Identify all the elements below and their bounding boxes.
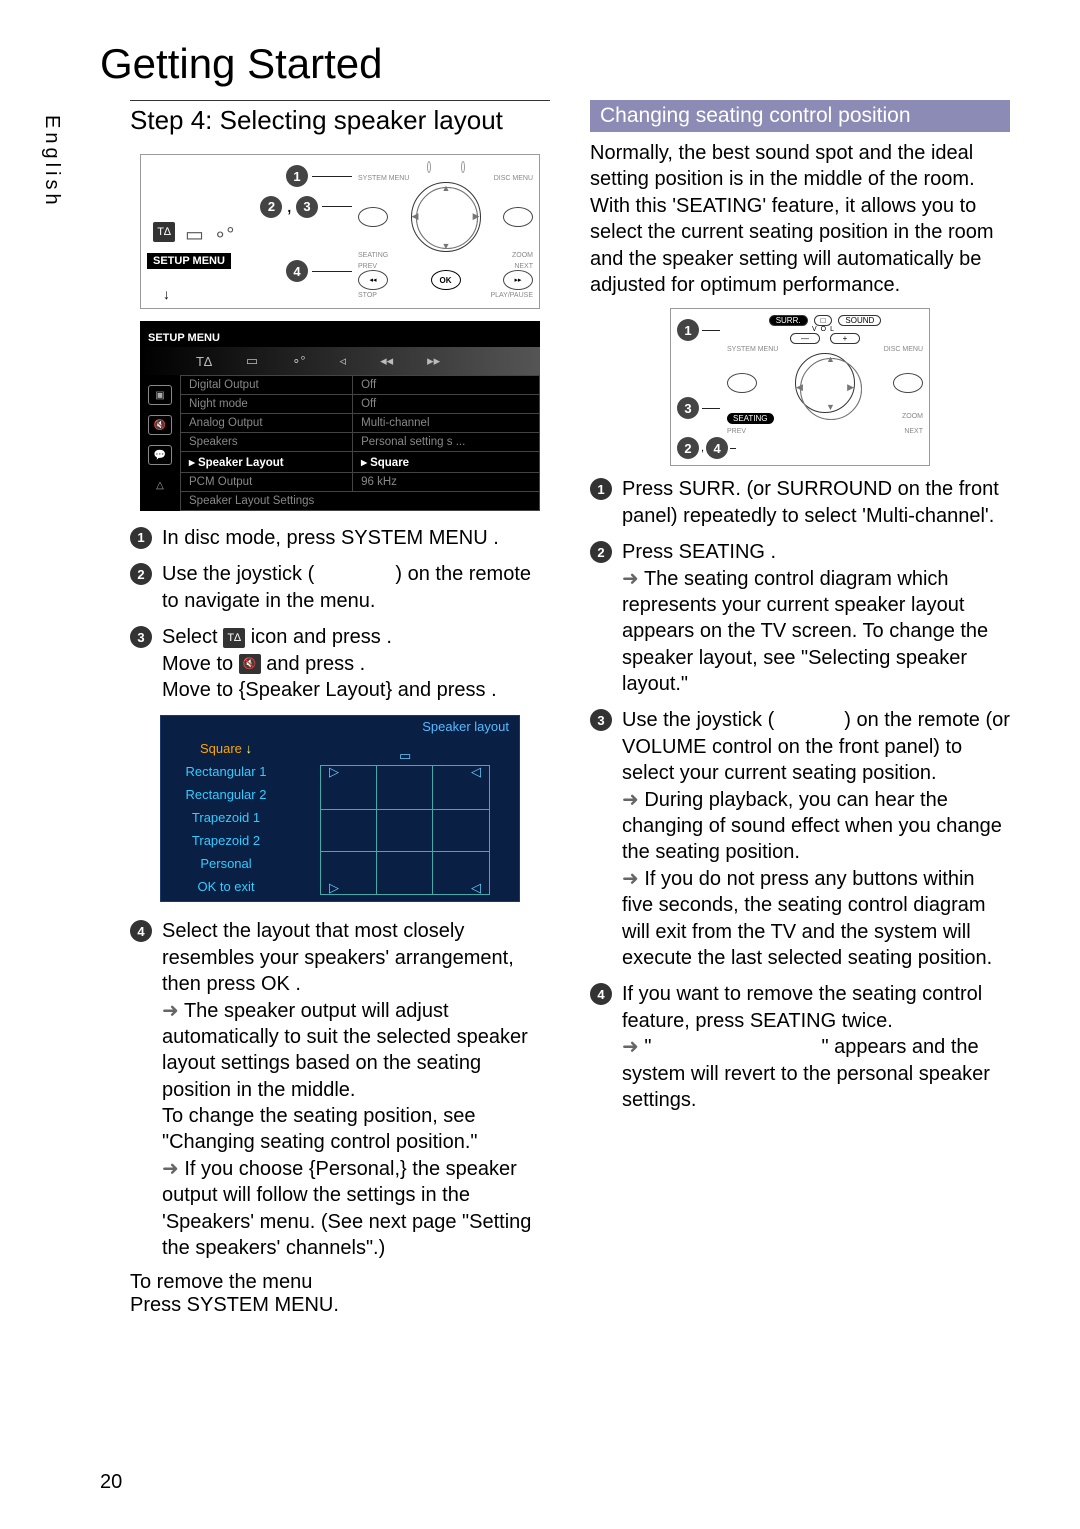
layout-opt-square: Square ↓	[161, 737, 291, 760]
osd-icon-subtitle: 💬	[148, 445, 172, 465]
layout-opt-trap1: Trapezoid 1	[161, 806, 291, 829]
speaker-fr-icon: ◁	[471, 764, 481, 780]
left-step-3: Select T∆ icon and press . Move to 🔇 and…	[130, 624, 550, 703]
system-menu-button	[358, 207, 388, 227]
disc-menu-label: DISC MENU	[494, 175, 533, 182]
system-menu-label: SYSTEM MENU	[358, 175, 409, 182]
joystick-icon: ▲▼◀▶	[411, 182, 481, 252]
right-step-2: Press SEATING . The seating control diag…	[590, 539, 1010, 697]
r-joystick-icon: ▲▼◀▶	[795, 353, 855, 413]
vol-plus-icon: +	[830, 333, 860, 344]
layout-title: Speaker layout	[161, 716, 519, 737]
callout-2: 2	[260, 196, 282, 218]
left-step-2: Use the joystick ( ) on the remote to na…	[130, 561, 550, 614]
sound-button-icon: SOUND	[838, 315, 881, 326]
remove-menu-title: To remove the menu	[130, 1271, 550, 1294]
prev-label: PREV	[358, 263, 377, 270]
left-step-1: In disc mode, press SYSTEM MENU .	[130, 525, 550, 551]
section-heading: Changing seating control position	[590, 100, 1010, 132]
left-step-4: Select the layout that most closely rese…	[130, 918, 550, 1261]
tab-icon: T∆	[153, 222, 175, 242]
next-button: ▸▸	[503, 270, 533, 290]
osd-screenshot: SETUP MENU T∆ ▭ ∘° ◃ ◂◂ ▸▸ ▣ 🔇 💬 △ Digit…	[140, 321, 540, 511]
square-button-icon: □	[814, 315, 833, 326]
osd-icon-audio: 🔇	[148, 415, 172, 435]
r-callout-1: 1	[677, 319, 699, 341]
layout-opt-ok: OK to exit	[161, 875, 291, 898]
right-step-4: If you want to remove the seating contro…	[590, 981, 1010, 1113]
osd-setup-label: SETUP MENU	[140, 329, 228, 347]
ok-button: OK	[431, 270, 461, 290]
remote-diagram-right: 1 3 2,4 SURR. □ SOUND VOL — + SYSTEM MEN…	[670, 308, 930, 466]
section-intro: Normally, the best sound spot and the id…	[590, 140, 1010, 298]
speaker-rr-icon: ◁	[471, 880, 481, 896]
layout-opt-trap2: Trapezoid 2	[161, 829, 291, 852]
osd-icon-general: ▣	[148, 385, 172, 405]
layout-opt-rect1: Rectangular 1	[161, 760, 291, 783]
callout-4: 4	[286, 260, 308, 282]
r-system-menu-button	[727, 373, 757, 393]
r-callout-3: 3	[677, 397, 699, 419]
zoom-label: ZOOM	[512, 252, 533, 259]
r-callout-4: 4	[706, 437, 728, 459]
right-step-3: Use the joystick () on the remote (or VO…	[590, 707, 1010, 971]
r-disc-menu-button	[893, 373, 923, 393]
surr-button-icon: SURR.	[769, 315, 808, 326]
speaker-rl-icon: ▷	[329, 880, 339, 896]
disc-menu-button	[503, 207, 533, 227]
page-number: 20	[100, 1471, 122, 1494]
prev-button: ◂◂	[358, 270, 388, 290]
speaker-setup-icon: T∆	[223, 628, 245, 648]
r-callout-2: 2	[677, 437, 699, 459]
mute-icon: 🔇	[239, 654, 261, 674]
vol-minus-icon: —	[790, 333, 820, 344]
callout-1: 1	[286, 165, 308, 187]
next-label: NEXT	[514, 263, 533, 270]
osd-table: Digital OutputOff Night modeOff Analog O…	[180, 375, 540, 511]
osd-icon-misc: △	[148, 475, 172, 495]
seating-button-icon: SEATING	[727, 413, 774, 424]
speaker-layout-diagram: Speaker layout Square ↓ Rectangular 1 Re…	[160, 715, 520, 902]
remove-menu-instruction: Press SYSTEM MENU.	[130, 1294, 550, 1317]
speaker-c-icon: ▭	[399, 748, 411, 764]
speaker-fl-icon: ▷	[329, 764, 339, 780]
remote-diagram-left: 1 2 , 3 T∆ ▭ ∘° SETUP MENU 4 ↓	[140, 154, 540, 309]
callout-3: 3	[296, 196, 318, 218]
step-heading: Step 4: Selecting speaker layout	[130, 100, 550, 136]
layout-opt-personal: Personal	[161, 852, 291, 875]
setup-menu-label: SETUP MENU	[147, 253, 231, 269]
layout-opt-rect2: Rectangular 2	[161, 783, 291, 806]
seating-label: SEATING	[358, 252, 388, 259]
language-tab: English	[40, 115, 63, 209]
right-step-1: Press SURR. (or SURROUND on the front pa…	[590, 476, 1010, 529]
page-title: Getting Started	[100, 40, 383, 88]
